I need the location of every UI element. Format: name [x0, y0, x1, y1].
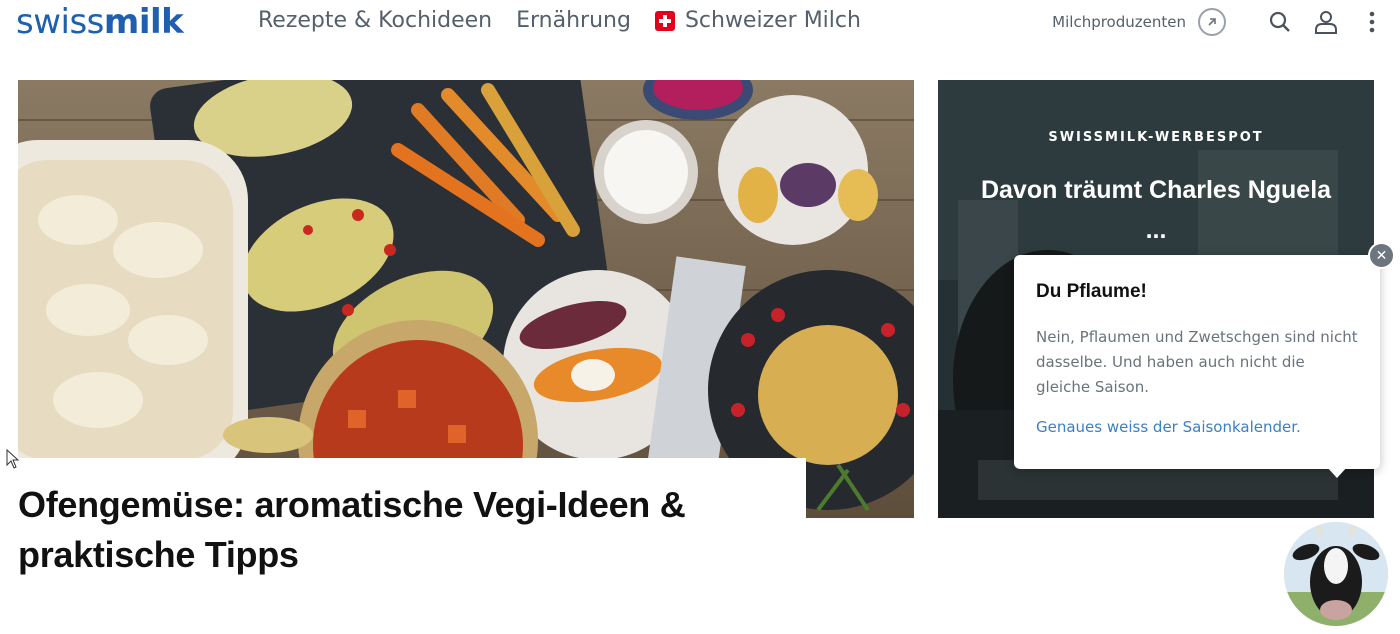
tip-text: Nein, Pflaumen und Zwetschgen sind nicht…: [1036, 328, 1358, 396]
hero-image[interactable]: [18, 80, 914, 518]
more-vertical-icon[interactable]: [1358, 8, 1386, 36]
mouse-cursor-icon: [6, 449, 20, 469]
cow-chat-avatar[interactable]: [1284, 522, 1388, 626]
saisonkalender-link[interactable]: Genaues weiss der Saisonkalender.: [1036, 418, 1358, 436]
nav-item-label: Ernährung: [516, 8, 631, 33]
swiss-flag-icon: [654, 10, 675, 31]
tip-arrow: [1326, 466, 1348, 478]
site-header: swissmilk Rezepte & Kochideen Ernährung …: [0, 0, 1400, 48]
external-link-icon[interactable]: [1198, 8, 1226, 36]
main-nav: Rezepte & Kochideen Ernährung Schweizer …: [258, 8, 885, 33]
nav-item-rezepte[interactable]: Rezepte & Kochideen: [258, 8, 492, 33]
promo-kicker: SWISSMILK-WERBESPOT: [1048, 130, 1264, 145]
hero-title-box: Ofengemüse: aromatische Vegi-Ideen & pra…: [0, 458, 806, 578]
nav-item-schweizer-milch[interactable]: Schweizer Milch: [654, 8, 861, 33]
nav-item-ernaehrung[interactable]: Ernährung: [516, 8, 631, 33]
header-actions: Milchproduzenten: [1052, 8, 1386, 36]
milchproduzenten-link[interactable]: Milchproduzenten: [1052, 13, 1186, 31]
nav-item-label: Schweizer Milch: [684, 8, 861, 33]
search-icon[interactable]: [1266, 8, 1294, 36]
logo-text-milk: milk: [103, 2, 184, 42]
swissmilk-logo[interactable]: swissmilk: [16, 2, 184, 42]
close-icon[interactable]: ✕: [1368, 242, 1395, 269]
season-tip-popover: Du Pflaume! Nein, Pflaumen und Zwetschge…: [1014, 255, 1380, 469]
user-icon[interactable]: [1312, 8, 1340, 36]
hero-title[interactable]: Ofengemüse: aromatische Vegi-Ideen & pra…: [18, 480, 788, 580]
tip-title: Du Pflaume!: [1036, 281, 1147, 302]
logo-text-swiss: swiss: [16, 2, 104, 42]
promo-title: Davon träumt Charles Nguela ...: [980, 176, 1332, 244]
nav-item-label: Rezepte & Kochideen: [258, 8, 493, 33]
